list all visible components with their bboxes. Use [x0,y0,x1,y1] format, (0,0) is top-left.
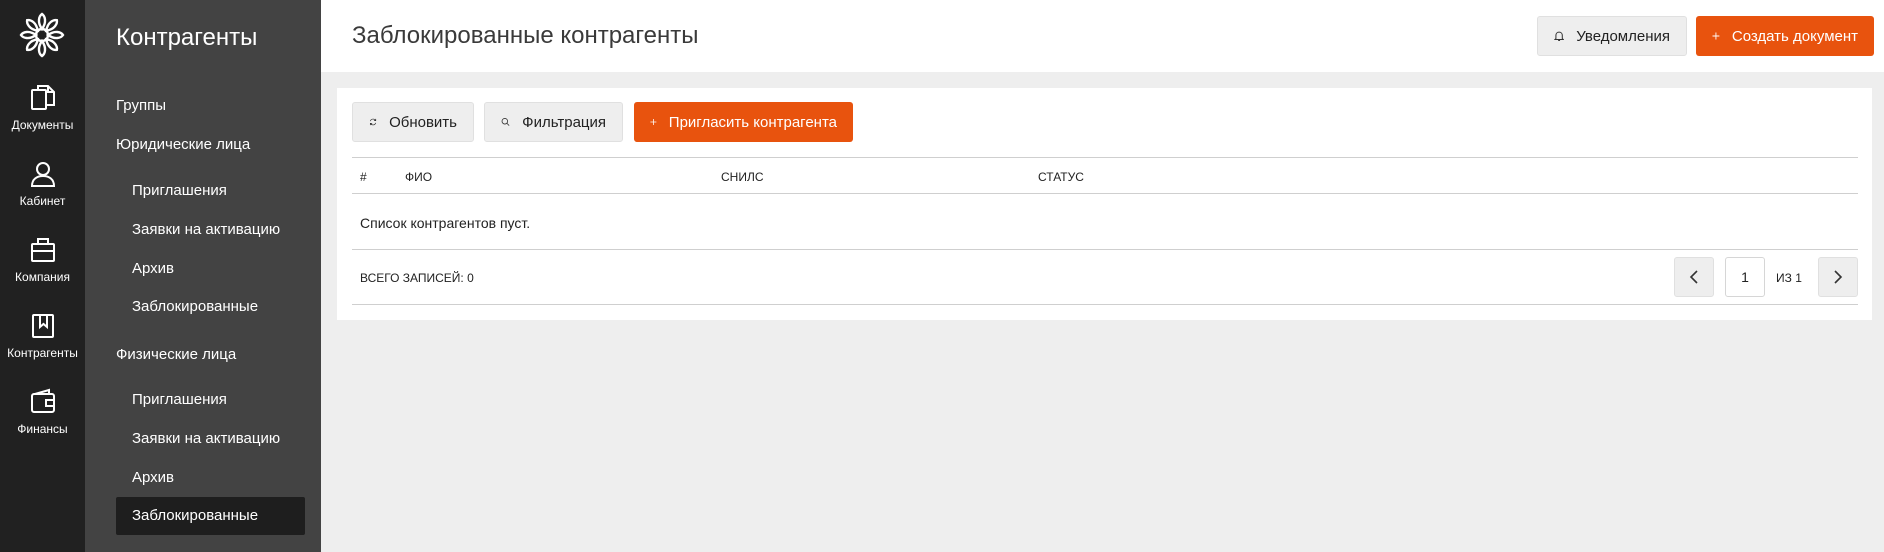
icon-rail: Документы Кабинет Компания Контрагенты Ф… [0,0,85,552]
page-title: Заблокированные контрагенты [352,22,699,49]
sidebar-item-individual-archive[interactable]: Архив [116,459,305,497]
create-document-button[interactable]: Создать документ [1696,16,1874,56]
bookmark-book-icon [31,314,54,338]
filter-button[interactable]: Фильтрация [484,102,623,142]
refresh-icon [369,118,377,126]
next-page-button[interactable] [1818,257,1858,297]
user-icon [30,162,55,187]
rail-item-finance[interactable]: Финансы [0,388,85,452]
refresh-button[interactable]: Обновить [352,102,474,142]
sidebar: Контрагенты Группы Юридические лица Приг… [85,0,321,552]
invite-counterparty-button[interactable]: Пригласить контрагента [634,102,853,142]
rail-label: Документы [11,118,74,132]
table-header: # ФИО СНИЛС СТАТУС [352,157,1858,194]
empty-state-text: Список контрагентов пуст. [360,215,531,231]
sidebar-item-legal-activation-requests[interactable]: Заявки на активацию [116,211,305,249]
briefcase-icon [30,238,55,262]
sidebar-item-individual-activation-requests[interactable]: Заявки на активацию [116,420,305,458]
rail-item-company[interactable]: Компания [0,236,85,300]
invite-counterparty-label: Пригласить контрагента [668,113,837,131]
wallet-icon [30,388,55,413]
sidebar-item-individuals[interactable]: Физические лица [116,346,236,363]
column-header-status[interactable]: СТАТУС [1038,170,1084,184]
notifications-label: Уведомления [1576,27,1670,45]
plus-icon [1712,32,1720,40]
sidebar-item-groups[interactable]: Группы [116,97,166,114]
total-records: ВСЕГО ЗАПИСЕЙ: 0 [360,271,474,285]
notifications-button[interactable]: Уведомления [1537,16,1687,56]
rail-item-documents[interactable]: Документы [0,84,85,148]
search-icon [501,118,510,126]
sidebar-title: Контрагенты [116,24,258,51]
chevron-left-icon [1689,270,1698,284]
filter-label: Фильтрация [522,113,606,131]
sidebar-item-legal-entities[interactable]: Юридические лица [116,136,250,153]
sidebar-item-individual-invitations[interactable]: Приглашения [116,381,305,419]
create-document-label: Создать документ [1731,27,1858,45]
rail-label: Контрагенты [7,346,78,360]
column-header-name[interactable]: ФИО [405,170,432,184]
page-count: ИЗ 1 [1776,271,1802,285]
rail-label: Кабинет [19,194,66,208]
page-number-input[interactable] [1725,257,1765,297]
content-card: Обновить Фильтрация Пригласить контраген… [337,88,1872,320]
page-header: Заблокированные контрагенты Уведомления … [321,0,1884,72]
prev-page-button[interactable] [1674,257,1714,297]
rail-item-cabinet[interactable]: Кабинет [0,160,85,224]
sidebar-item-legal-blocked[interactable]: Заблокированные [116,288,305,326]
chevron-right-icon [1834,270,1843,284]
refresh-label: Обновить [389,113,457,131]
sidebar-item-legal-invitations[interactable]: Приглашения [116,172,305,210]
plus-icon [650,119,657,125]
documents-icon [30,85,55,110]
bell-icon [1554,31,1565,41]
table-footer: ВСЕГО ЗАПИСЕЙ: 0 ИЗ 1 [352,249,1858,305]
rail-item-counterparties[interactable]: Контрагенты [0,312,85,376]
column-header-snils[interactable]: СНИЛС [721,170,764,184]
sidebar-item-individual-blocked[interactable]: Заблокированные [116,497,305,535]
rail-label: Финансы [17,422,68,436]
logo-icon[interactable] [19,12,65,58]
column-header-number[interactable]: # [360,170,367,184]
rail-label: Компания [15,270,70,284]
sidebar-item-legal-archive[interactable]: Архив [116,250,305,288]
